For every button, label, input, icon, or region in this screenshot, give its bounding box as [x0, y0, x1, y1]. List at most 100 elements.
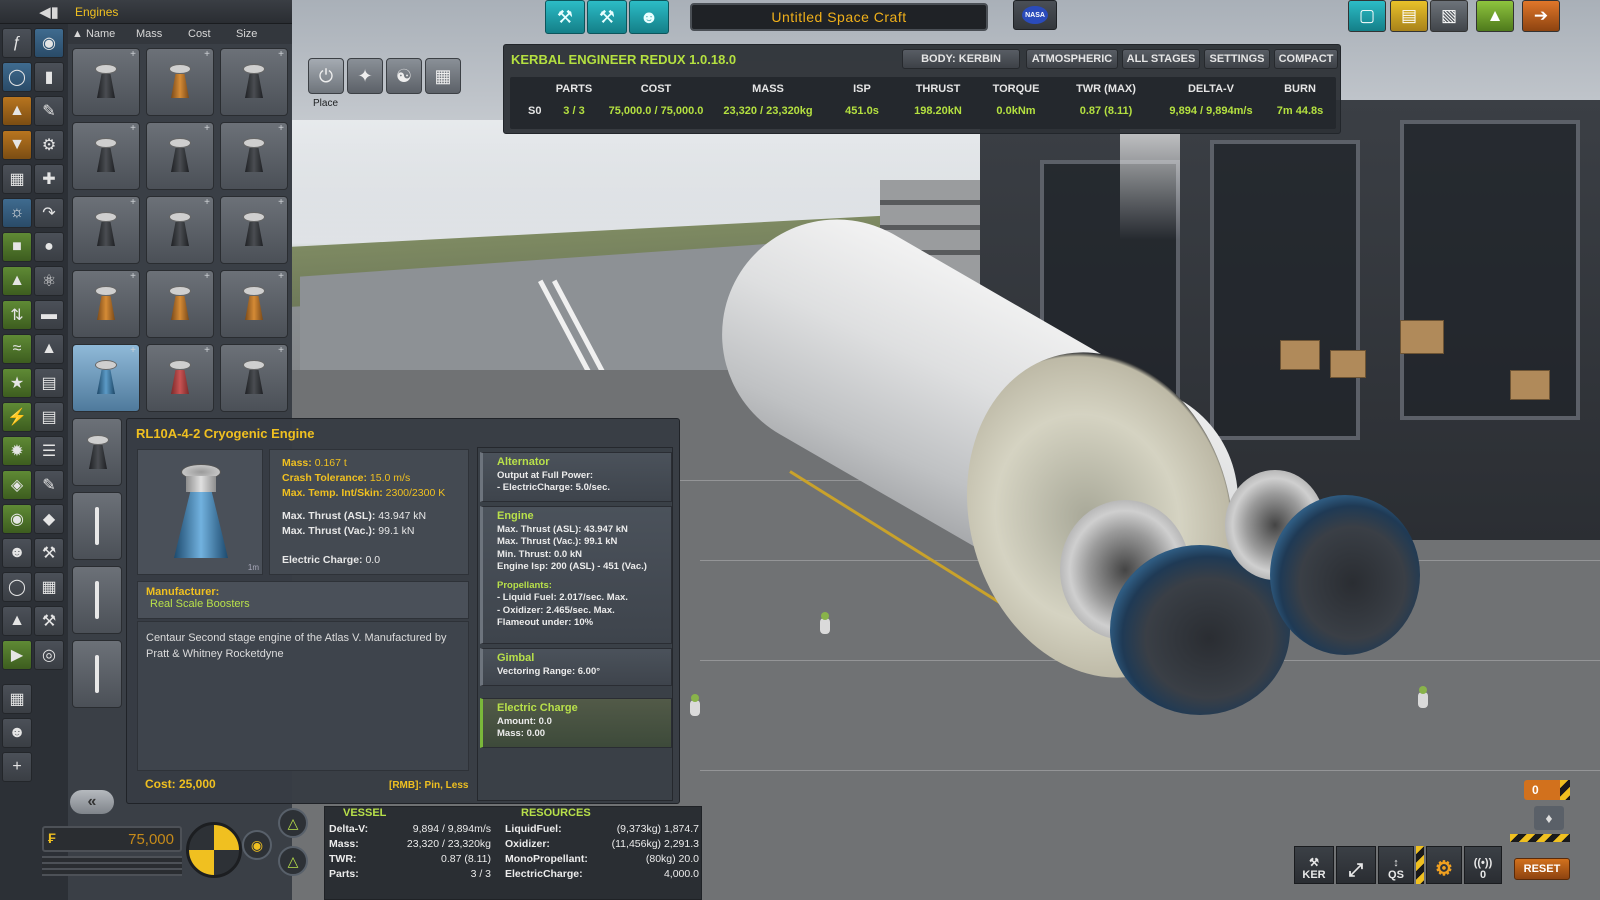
squad-icon[interactable]: ☻	[2, 538, 32, 568]
root-icon: ▦	[434, 65, 452, 86]
wheel-icon[interactable]: ◉	[2, 504, 32, 534]
stack-icon[interactable]: ▤	[34, 368, 64, 398]
wrench-icon[interactable]: ⚒	[34, 538, 64, 568]
hook-icon[interactable]: ◯	[2, 572, 32, 602]
power-icon[interactable]: ⚡	[2, 402, 32, 432]
part-tile[interactable]: +	[220, 344, 288, 412]
body-button[interactable]: BODY: KERBIN	[902, 49, 1020, 69]
crane-icon[interactable]: ▦	[2, 684, 32, 714]
rcs-icon[interactable]: ✹	[2, 436, 32, 466]
flag-button[interactable]: NASA	[1013, 0, 1057, 30]
decoupler-icon[interactable]: ◆	[34, 504, 64, 534]
ladder-icon[interactable]: ☰	[34, 436, 64, 466]
part-tile[interactable]: +	[146, 48, 214, 116]
all-stages-button[interactable]: ALL STAGES	[1122, 49, 1200, 69]
snap-icon[interactable]: ◉	[242, 830, 272, 860]
place-mode-button[interactable]: ⏻	[308, 58, 344, 94]
settings-button[interactable]: SETTINGS	[1204, 49, 1270, 69]
staging-icon[interactable]: ♦	[1534, 806, 1564, 830]
part-tile[interactable]	[72, 492, 122, 560]
part-tile[interactable]: +	[72, 196, 140, 264]
cargo-icon[interactable]: ★	[2, 368, 32, 398]
filter-function-icon[interactable]: ◯	[2, 62, 32, 92]
payload-icon[interactable]: ▲	[34, 334, 64, 364]
resize-button[interactable]: ⤢	[1336, 846, 1376, 884]
part-tile-selected[interactable]: +	[72, 344, 140, 412]
satellite-icon[interactable]: ◎	[34, 640, 64, 670]
pencil-icon[interactable]: ✎	[34, 96, 64, 126]
structural-icon[interactable]: ■	[2, 232, 32, 262]
part-tile[interactable]: +	[220, 196, 288, 264]
angle-snap-icon[interactable]: △	[278, 846, 308, 876]
signal-button[interactable]: ((•)) 0	[1464, 846, 1502, 884]
add-category-icon[interactable]: +	[2, 752, 32, 782]
quicksave-button[interactable]: ↕ QS	[1378, 846, 1414, 884]
control-icon[interactable]: ✚	[34, 164, 64, 194]
part-tile[interactable]: +	[72, 48, 140, 116]
engine-nozzle[interactable]	[1270, 495, 1420, 655]
settings-gear-button[interactable]: ⚙	[1426, 846, 1462, 884]
coupling-icon[interactable]: ●	[34, 232, 64, 262]
load-craft-button[interactable]: ▤	[1390, 0, 1428, 32]
collapse-panel-button[interactable]: «	[70, 790, 114, 814]
sort-cost-button[interactable]: Cost	[188, 28, 211, 40]
engineer-report-button[interactable]: ⚒	[545, 0, 585, 34]
reset-button[interactable]: RESET	[1514, 858, 1570, 880]
grid-icon[interactable]: ▦	[34, 572, 64, 602]
utility-icon[interactable]: ▲	[2, 266, 32, 296]
kerbal-button[interactable]: ☻	[629, 0, 669, 34]
part-tile[interactable]: +	[146, 122, 214, 190]
part-tile[interactable]	[72, 566, 122, 634]
sort-size-button[interactable]: Size	[236, 28, 257, 40]
rotate-mode-button[interactable]: ☯	[386, 58, 422, 94]
robotics-icon[interactable]: ▤	[34, 402, 64, 432]
pod-category-icon[interactable]: ▲	[2, 96, 32, 126]
tool-icon[interactable]: ⚒	[34, 606, 64, 636]
val-thrust: 198.20kN	[914, 105, 962, 117]
crew-button[interactable]: ⚒	[587, 0, 627, 34]
category-title: Engines	[75, 5, 119, 19]
electrical-icon[interactable]: ⇅	[2, 300, 32, 330]
landing-icon[interactable]: ◈	[2, 470, 32, 500]
compact-button[interactable]: COMPACT	[1274, 49, 1338, 69]
part-tile[interactable]: +	[146, 196, 214, 264]
factory-icon[interactable]: ▦	[2, 164, 32, 194]
part-tile[interactable]: +	[146, 344, 214, 412]
part-tile[interactable]	[72, 418, 122, 486]
aero-icon[interactable]: ☼	[2, 198, 32, 228]
part-tile[interactable]: +	[146, 270, 214, 338]
part-tile[interactable]: +	[220, 48, 288, 116]
ship-name-field[interactable]: Untitled Space Craft	[690, 3, 988, 31]
science-icon[interactable]: ⚛	[34, 266, 64, 296]
thermal-icon[interactable]: ≈	[2, 334, 32, 364]
wing-icon[interactable]: ↷	[34, 198, 64, 228]
pod-icon[interactable]: ◉	[34, 28, 64, 58]
ground-icon[interactable]: ▬	[34, 300, 64, 330]
part-tile[interactable]: +	[220, 270, 288, 338]
root-mode-button[interactable]: ▦	[425, 58, 461, 94]
part-tile[interactable]: +	[72, 270, 140, 338]
atmospheric-button[interactable]: ATMOSPHERIC	[1026, 49, 1118, 69]
save-craft-button[interactable]: ▧	[1430, 0, 1468, 32]
sort-mass-button[interactable]: Mass	[136, 28, 162, 40]
kerbal-icon[interactable]: ☻	[2, 718, 32, 748]
engine-category-icon[interactable]: ▼	[2, 130, 32, 160]
part-tile[interactable]: +	[72, 122, 140, 190]
back-arrow-icon[interactable]: ◀▮	[34, 2, 64, 22]
ker-toggle-button[interactable]: ⚒ KER	[1294, 846, 1334, 884]
exit-button[interactable]: ➔	[1522, 0, 1560, 32]
part-tile[interactable]: +	[220, 122, 288, 190]
formula-icon[interactable]: ƒ	[2, 28, 32, 58]
sign-icon[interactable]: ▲	[2, 606, 32, 636]
sort-name-button[interactable]: ▲ Name	[72, 28, 115, 40]
offset-mode-button[interactable]: ✦	[347, 58, 383, 94]
probe-icon[interactable]: ▶	[2, 640, 32, 670]
symmetry-icon[interactable]: △	[278, 808, 308, 838]
launch-button[interactable]: ▲	[1476, 0, 1514, 32]
new-craft-button[interactable]: ▢	[1348, 0, 1386, 32]
part-tile[interactable]	[72, 640, 122, 708]
fuel-tank-icon[interactable]: ▮	[34, 62, 64, 92]
center-of-mass-icon[interactable]	[186, 822, 242, 878]
antenna-icon[interactable]: ✎	[34, 470, 64, 500]
gear-icon[interactable]: ⚙	[34, 130, 64, 160]
